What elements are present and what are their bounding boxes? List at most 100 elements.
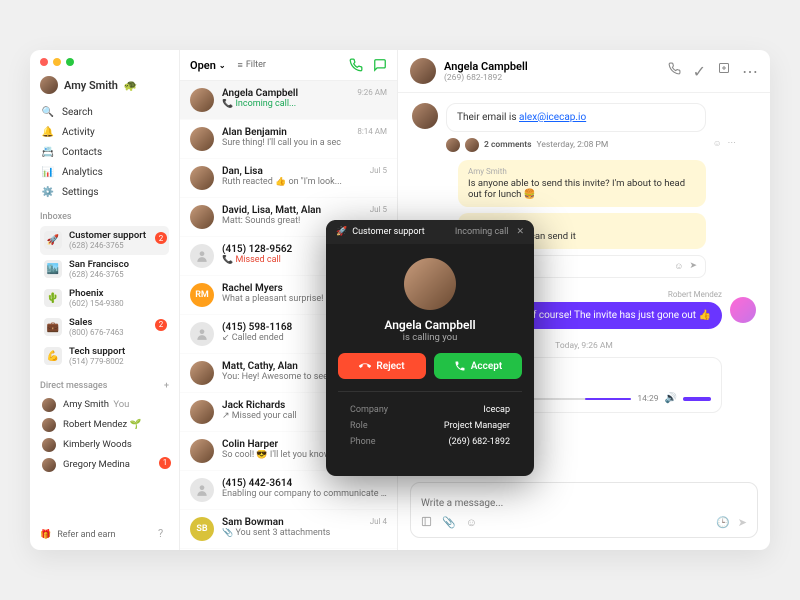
- conversation-item[interactable]: Alan BenjaminSure thing! I'll call you i…: [180, 120, 397, 159]
- emoji-icon[interactable]: ☺: [674, 261, 683, 272]
- avatar: SB: [190, 517, 214, 541]
- modal-close-icon[interactable]: ✕: [516, 227, 524, 237]
- volume-slider[interactable]: [683, 397, 711, 401]
- inbox-icon: 🏙️: [44, 260, 62, 278]
- schedule-icon[interactable]: 🕒: [716, 516, 730, 529]
- caller-avatar: [404, 258, 456, 310]
- dm-item[interactable]: Robert Mendez 🌱: [40, 415, 169, 435]
- close-window-icon[interactable]: [40, 58, 48, 66]
- note-mode-icon[interactable]: [421, 516, 432, 529]
- email-link[interactable]: alex@icecap.io: [519, 112, 586, 123]
- avatar: [190, 127, 214, 151]
- inbox-item[interactable]: 💪 Tech support(514) 779-8002: [40, 342, 169, 371]
- add-dm-icon[interactable]: +: [164, 381, 169, 391]
- inbox-item[interactable]: 🌵 Phoenix(602) 154-9380: [40, 284, 169, 313]
- inbox-item[interactable]: 🚀 Customer support(628) 246-3765 2: [40, 226, 169, 255]
- nav-search[interactable]: 🔍Search: [40, 102, 169, 122]
- avatar: [40, 76, 58, 94]
- nav-analytics[interactable]: 📊Analytics: [40, 162, 169, 182]
- dm-item[interactable]: Gregory Medina 1: [40, 455, 169, 475]
- avatar: [42, 438, 56, 452]
- conversation-item[interactable]: (415) 442-3614Enabling our company to co…: [180, 471, 397, 510]
- conversation-time: Jul 5: [370, 166, 387, 175]
- avatar: [190, 322, 214, 346]
- avatar: [412, 103, 438, 129]
- send-icon[interactable]: ➤: [689, 261, 697, 272]
- avatar: [190, 400, 214, 424]
- inbox-icon: 🚀: [44, 231, 62, 249]
- current-user-emoji: 🐢: [124, 79, 138, 92]
- chat-contact-name: Angela Campbell: [444, 60, 528, 73]
- send-button[interactable]: ➤: [738, 516, 747, 529]
- export-icon[interactable]: [718, 62, 730, 81]
- caller-info-row: CompanyIcecap: [350, 402, 510, 418]
- caller-name: Angela Campbell: [384, 318, 475, 332]
- more-icon[interactable]: ⋯: [742, 62, 758, 81]
- emoji-react-icon[interactable]: ☺: [713, 138, 722, 149]
- new-call-icon[interactable]: [349, 58, 363, 72]
- bell-icon: 🔔: [42, 126, 54, 138]
- dm-item[interactable]: Kimberly Woods: [40, 435, 169, 455]
- caller-sub: is calling you: [403, 332, 458, 343]
- conversation-item[interactable]: Dan, LisaRuth reacted 👍 on "I'm look... …: [180, 159, 397, 198]
- accept-button[interactable]: Accept: [434, 353, 522, 379]
- contacts-icon: 📇: [42, 146, 54, 158]
- caller-info-row: Phone(269) 682-1892: [350, 434, 510, 450]
- filter-icon: ≡: [238, 60, 243, 71]
- avatar: [190, 361, 214, 385]
- conversation-item[interactable]: Angela Campbell📞 Incoming call... 9:26 A…: [180, 81, 397, 120]
- filter-button[interactable]: ≡ Filter: [238, 60, 266, 71]
- inboxes-label: Inboxes: [40, 212, 169, 222]
- sidebar: Amy Smith 🐢 🔍Search🔔Activity📇Contacts📊An…: [30, 50, 180, 550]
- chat-contact-phone: (269) 682-1892: [444, 73, 528, 83]
- new-message-icon[interactable]: [373, 58, 387, 72]
- avatar: [42, 458, 56, 472]
- nav-contacts[interactable]: 📇Contacts: [40, 142, 169, 162]
- incoming-call-modal: 🚀 Customer support Incoming call ✕ Angel…: [326, 220, 534, 476]
- avatar: [446, 138, 460, 152]
- modal-status: Incoming call: [455, 227, 509, 237]
- avatar: [730, 297, 756, 323]
- refer-link[interactable]: 🎁 Refer and earn: [40, 530, 115, 540]
- check-icon[interactable]: ✓: [693, 62, 706, 81]
- inbox-icon: 💼: [44, 318, 62, 336]
- call-icon[interactable]: [668, 62, 681, 81]
- gear-icon: ⚙️: [42, 186, 54, 198]
- unread-badge: 2: [155, 319, 167, 331]
- nav-bell[interactable]: 🔔Activity: [40, 122, 169, 142]
- window-controls[interactable]: [40, 58, 169, 66]
- emoji-picker-icon[interactable]: ☺: [466, 516, 477, 529]
- inbox-icon: 🌵: [44, 289, 62, 307]
- avatar: [410, 58, 436, 84]
- attachment-icon[interactable]: 📎: [442, 516, 456, 529]
- nav-gear[interactable]: ⚙️Settings: [40, 182, 169, 202]
- inbox-item[interactable]: 💼 Sales(800) 676-7463 2: [40, 313, 169, 342]
- message-bubble: Their email is alex@icecap.io: [446, 103, 706, 132]
- inbox-icon: 💪: [44, 347, 62, 365]
- avatar: [190, 88, 214, 112]
- dm-item[interactable]: Amy Smith You: [40, 395, 169, 415]
- avatar: RM: [190, 283, 214, 307]
- analytics-icon: 📊: [42, 166, 54, 178]
- maximize-window-icon[interactable]: [66, 58, 74, 66]
- conversation-item[interactable]: SB Sam Bowman📎 You sent 3 attachments Ju…: [180, 510, 397, 549]
- comments-toggle[interactable]: 2 comments Yesterday, 2:08 PM ☺ ⋯: [446, 138, 706, 152]
- message-input[interactable]: [421, 498, 747, 509]
- avatar: [190, 244, 214, 268]
- reject-button[interactable]: Reject: [338, 353, 426, 379]
- avatar: [42, 398, 56, 412]
- avatar: [190, 205, 214, 229]
- search-icon: 🔍: [42, 106, 54, 118]
- unread-badge: 1: [159, 457, 171, 469]
- avatar: [465, 138, 479, 152]
- current-user[interactable]: Amy Smith 🐢: [40, 76, 169, 94]
- minimize-window-icon[interactable]: [53, 58, 61, 66]
- message-composer[interactable]: 📎 ☺ 🕒 ➤: [410, 482, 758, 538]
- inbox-item[interactable]: 🏙️ San Francisco(628) 246-3765: [40, 255, 169, 284]
- thread-more-icon[interactable]: ⋯: [728, 138, 737, 149]
- rocket-icon: 🚀: [336, 227, 347, 237]
- app-window: Amy Smith 🐢 🔍Search🔔Activity📇Contacts📊An…: [30, 50, 770, 550]
- status-selector[interactable]: Open ⌄: [190, 59, 226, 72]
- help-icon[interactable]: ?: [158, 527, 163, 540]
- volume-icon[interactable]: 🔊: [665, 393, 677, 404]
